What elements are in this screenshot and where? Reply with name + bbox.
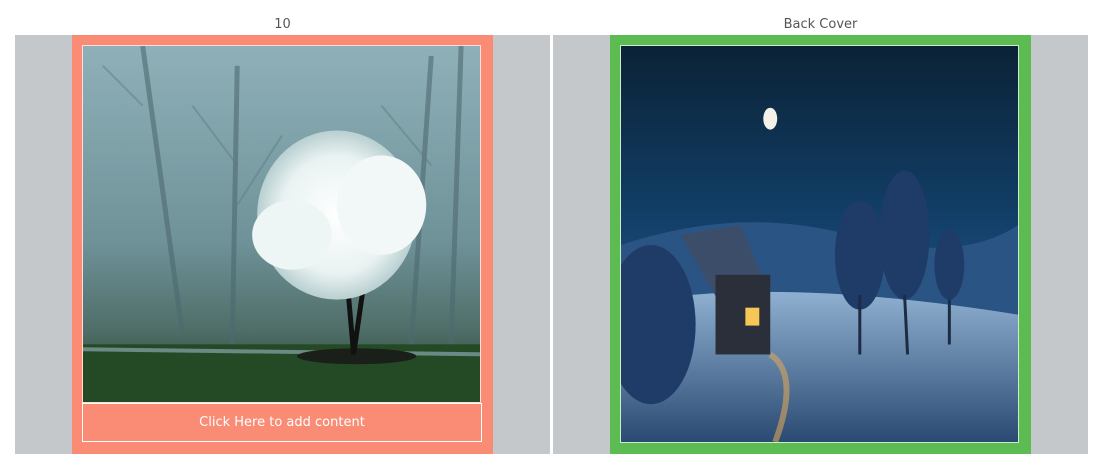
night-cottage-photo[interactable] — [620, 45, 1019, 443]
misty-tree-photo[interactable] — [82, 45, 481, 403]
page-number-label: 10 — [274, 17, 291, 32]
right-page-slot — [553, 35, 1088, 454]
back-cover-frame[interactable] — [610, 35, 1031, 454]
add-content-button[interactable]: Click Here to add content — [82, 403, 482, 442]
left-page-slot: Click Here to add content — [15, 35, 550, 454]
left-page-frame[interactable]: Click Here to add content — [72, 35, 493, 454]
back-cover-label: Back Cover — [783, 17, 858, 32]
